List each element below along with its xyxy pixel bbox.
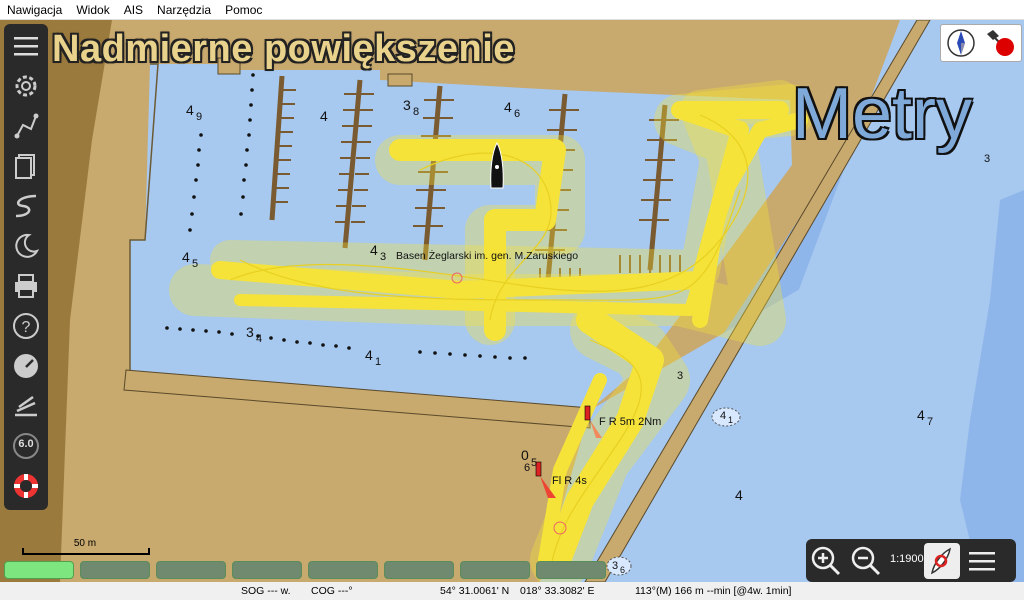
chart-menu-button[interactable] — [964, 543, 1000, 579]
sounding: 4 — [735, 487, 743, 503]
ais-icon — [15, 395, 37, 417]
svg-text:?: ? — [22, 319, 31, 336]
compass-panel — [940, 24, 1022, 62]
sounding: 6 — [524, 462, 530, 474]
menu-bar: Nawigacja Widok AIS Narzędzia Pomoc — [0, 0, 1024, 20]
scale-bar: 50 m — [22, 538, 150, 555]
sounding-sub: 8 — [413, 106, 419, 118]
settings-icon — [15, 75, 37, 97]
sounding: 4 — [320, 108, 328, 124]
sounding-sub: 9 — [196, 111, 202, 123]
track-icon — [15, 194, 37, 218]
zoom-scale: 1:1900 — [890, 553, 924, 565]
help-icon: ? — [13, 313, 39, 339]
status-indicator[interactable] — [308, 561, 378, 579]
status-indicator[interactable] — [536, 561, 606, 579]
ais-button[interactable] — [8, 388, 44, 424]
menu-icon — [14, 37, 38, 56]
dashboard-icon — [14, 354, 38, 378]
sounding: 4 — [720, 410, 726, 422]
menu-button[interactable] — [8, 28, 44, 64]
overzoom-warning: Nadmierne powiększenie — [52, 28, 515, 70]
gps-status-icon[interactable] — [983, 28, 1017, 58]
layers-icon — [15, 154, 35, 179]
status-indicator[interactable] — [4, 561, 74, 579]
mob-button[interactable] — [8, 468, 44, 504]
speed-button[interactable]: 6.0 — [8, 428, 44, 464]
sog-readout: SOG --- w. — [241, 585, 291, 597]
light-label: F R 5m 2Nm — [599, 416, 661, 428]
route-button[interactable] — [8, 108, 44, 144]
help-button[interactable]: ? — [8, 308, 44, 344]
sounding-sub: 4 — [256, 333, 262, 345]
status-indicator[interactable] — [232, 561, 302, 579]
latitude-readout: 54° 31.0061' N — [440, 585, 510, 597]
zoom-out-button[interactable] — [848, 543, 884, 579]
units-watermark: Metry — [792, 74, 972, 154]
sounding: 4 — [917, 407, 925, 423]
cog-readout: COG ---° — [311, 585, 353, 597]
compass-icon[interactable] — [945, 28, 977, 58]
sounding-sub: 1 — [728, 415, 733, 425]
menu-nawigacja[interactable]: Nawigacja — [0, 3, 69, 17]
settings-button[interactable] — [8, 68, 44, 104]
cursor-readout: 113°(M) 166 m --min [@4w. 1min] — [635, 585, 792, 597]
menu-narzedzia[interactable]: Narzędzia — [150, 3, 218, 17]
sounding: 4 — [182, 249, 190, 265]
dashboard-button[interactable] — [8, 348, 44, 384]
zoom-in-button[interactable] — [808, 543, 844, 579]
sounding: 4 — [186, 102, 194, 118]
track-button[interactable] — [8, 188, 44, 224]
moon-icon — [15, 233, 40, 258]
menu-pomoc[interactable]: Pomoc — [218, 3, 269, 17]
sounding-bubble — [606, 556, 632, 576]
menu-widok[interactable]: Widok — [69, 3, 116, 17]
quay-block — [387, 73, 413, 87]
sounding-sub: 3 — [677, 370, 683, 382]
follow-boat-button[interactable] — [924, 543, 960, 579]
zoom-out-icon — [851, 546, 881, 576]
zoom-panel: 1:1900 — [806, 539, 1016, 582]
status-indicator[interactable] — [80, 561, 150, 579]
longitude-readout: 018° 33.3082' E — [520, 585, 595, 597]
sounding-sub: 6 — [514, 108, 520, 120]
print-button[interactable] — [8, 268, 44, 304]
sounding-sub: 3 — [380, 251, 386, 263]
print-icon — [15, 274, 37, 298]
menu-ais[interactable]: AIS — [117, 3, 150, 17]
sounding-sub: 5 — [531, 457, 537, 469]
sounding-sub: 6 — [620, 565, 625, 575]
sounding: 0 — [521, 447, 529, 463]
sounding-sub: 3 — [984, 153, 990, 165]
menu-icon — [969, 552, 995, 571]
sounding-sub: 5 — [192, 258, 198, 270]
boat-follow-icon — [930, 547, 952, 575]
sounding: 3 — [612, 560, 618, 572]
sounding-sub: 7 — [927, 416, 933, 428]
status-indicator[interactable] — [460, 561, 530, 579]
night-mode-button[interactable] — [8, 228, 44, 264]
status-line: SOG --- w. COG ---° 54° 31.0061' N 018° … — [0, 582, 1024, 600]
harbour-name-label: Basen Żeglarski im. gen. M.Zaruskiego — [396, 249, 578, 262]
status-indicator[interactable] — [384, 561, 454, 579]
status-indicator[interactable] — [156, 561, 226, 579]
layers-button[interactable] — [8, 148, 44, 184]
sounding: 4 — [504, 99, 512, 115]
light-label: Fl R 4s — [552, 475, 587, 487]
sounding-sub: 1 — [375, 356, 381, 368]
sounding: 3 — [403, 97, 411, 113]
speed-label: 6.0 — [18, 438, 34, 450]
route-icon — [14, 113, 39, 139]
scale-bar-line — [22, 548, 150, 555]
zoom-in-icon — [811, 546, 841, 576]
left-toolbar: ? 6.0 — [4, 24, 48, 510]
sounding: 4 — [365, 347, 373, 363]
sounding: 4 — [370, 242, 378, 258]
lifebuoy-icon — [14, 474, 38, 498]
sounding: 3 — [246, 324, 254, 340]
